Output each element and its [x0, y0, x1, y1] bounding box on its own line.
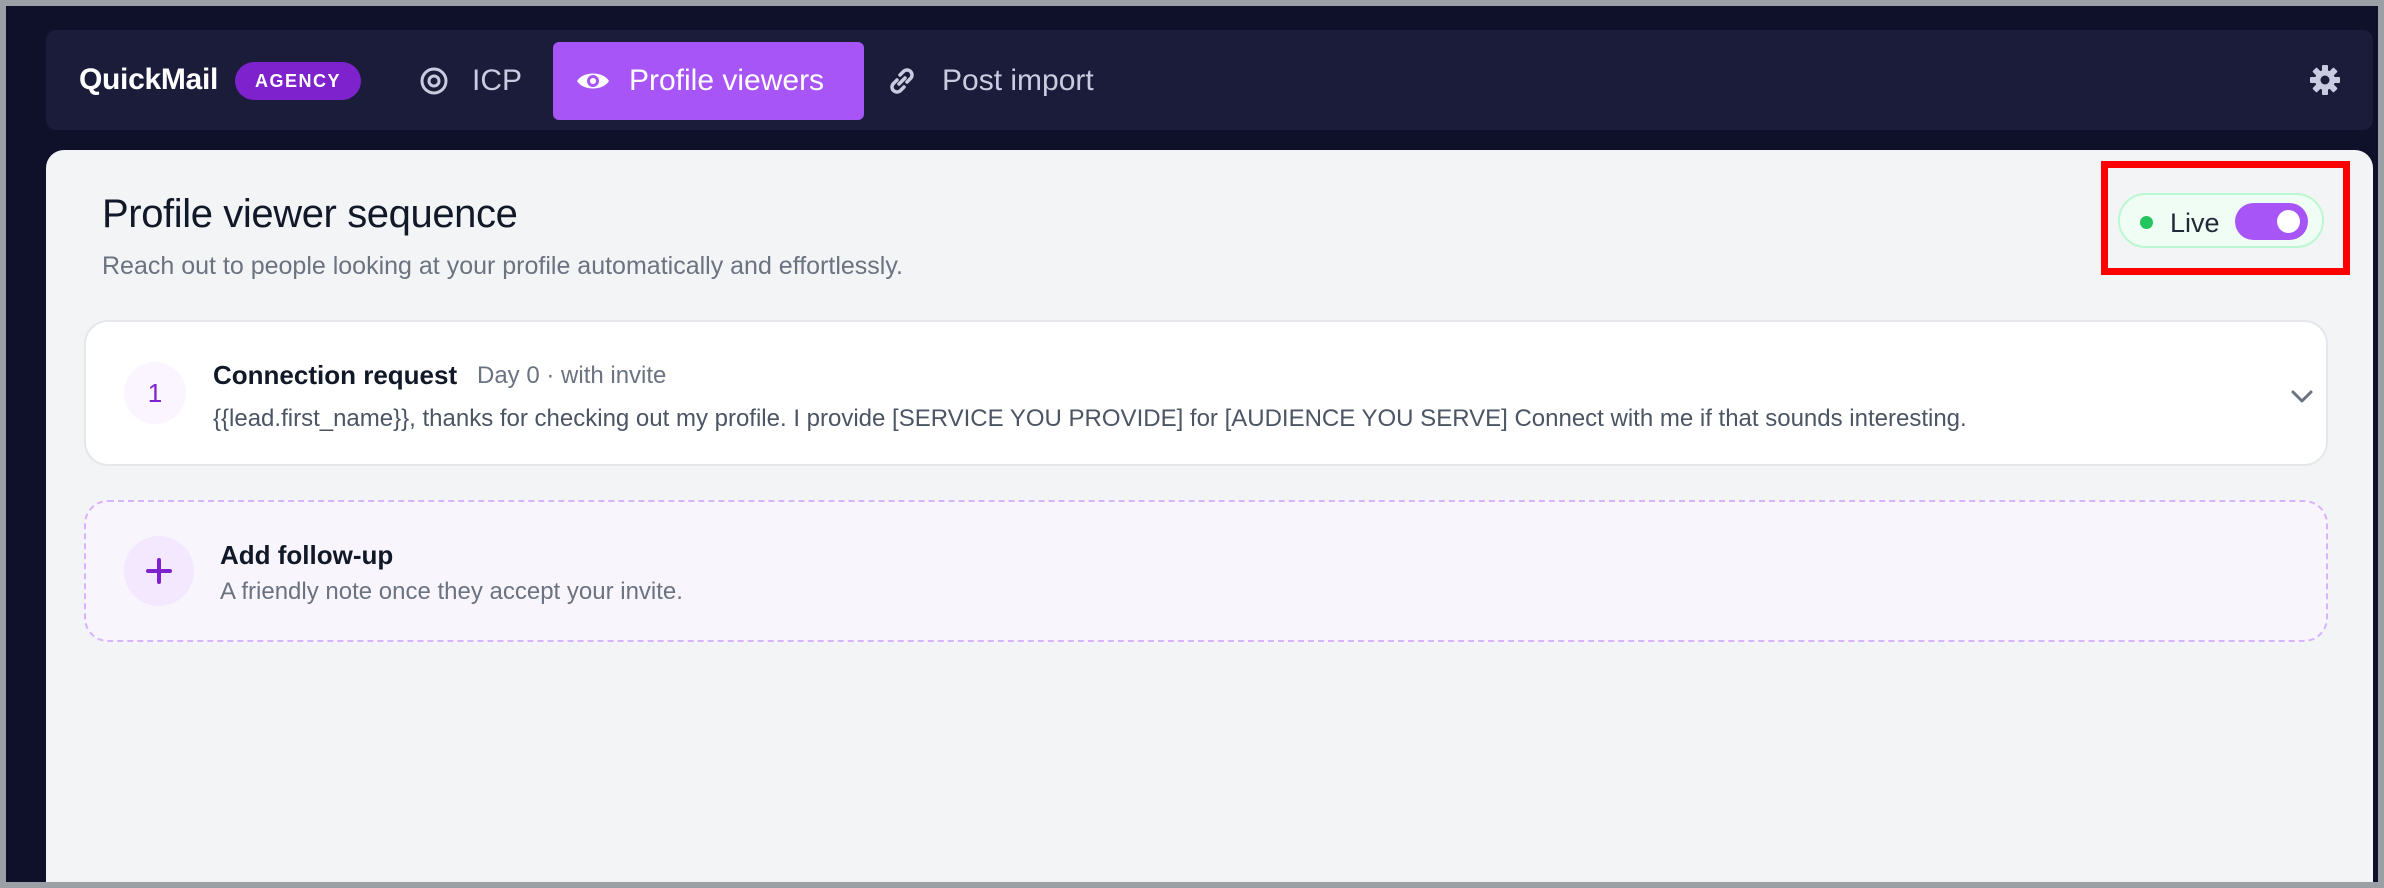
sequence-step-card[interactable]: 1 Connection request Day 0 · with invite…	[84, 320, 2328, 466]
tab-label: Profile viewers	[629, 64, 825, 97]
chevron-down-icon[interactable]	[2286, 380, 2318, 412]
gear-icon[interactable]	[2309, 64, 2341, 96]
agency-badge: AGENCY	[235, 62, 361, 100]
step-title: Connection request	[213, 360, 458, 390]
tab-icp[interactable]: ICP	[416, 42, 536, 120]
target-icon	[416, 63, 452, 99]
eye-icon	[575, 63, 611, 99]
page-title: Profile viewer sequence	[102, 192, 518, 236]
tab-label: Post import	[942, 64, 1094, 97]
brand-logo[interactable]: QuickMail	[79, 30, 218, 130]
step-message: {{lead.first_name}}, thanks for checking…	[213, 405, 1967, 432]
add-follow-up-subtitle: A friendly note once they accept your in…	[220, 578, 683, 605]
plus-icon	[124, 536, 194, 606]
app-window: QuickMail AGENCY ICP Profile viewers Pos…	[6, 6, 2378, 882]
tab-post-import[interactable]: Post import	[884, 42, 1134, 120]
tab-label: ICP	[472, 64, 523, 97]
step-number: 1	[124, 362, 186, 424]
add-follow-up-button[interactable]: Add follow-up A friendly note once they …	[84, 500, 2328, 642]
top-navigation: QuickMail AGENCY ICP Profile viewers Pos…	[46, 30, 2373, 130]
link-icon	[884, 63, 920, 99]
main-panel: Profile viewer sequence Reach out to peo…	[46, 150, 2373, 882]
page-subtitle: Reach out to people looking at your prof…	[102, 252, 903, 280]
step-meta: Day 0 · with invite	[477, 362, 667, 389]
add-follow-up-title: Add follow-up	[220, 540, 394, 570]
highlight-box	[2101, 161, 2350, 275]
tab-profile-viewers[interactable]: Profile viewers	[553, 42, 864, 120]
